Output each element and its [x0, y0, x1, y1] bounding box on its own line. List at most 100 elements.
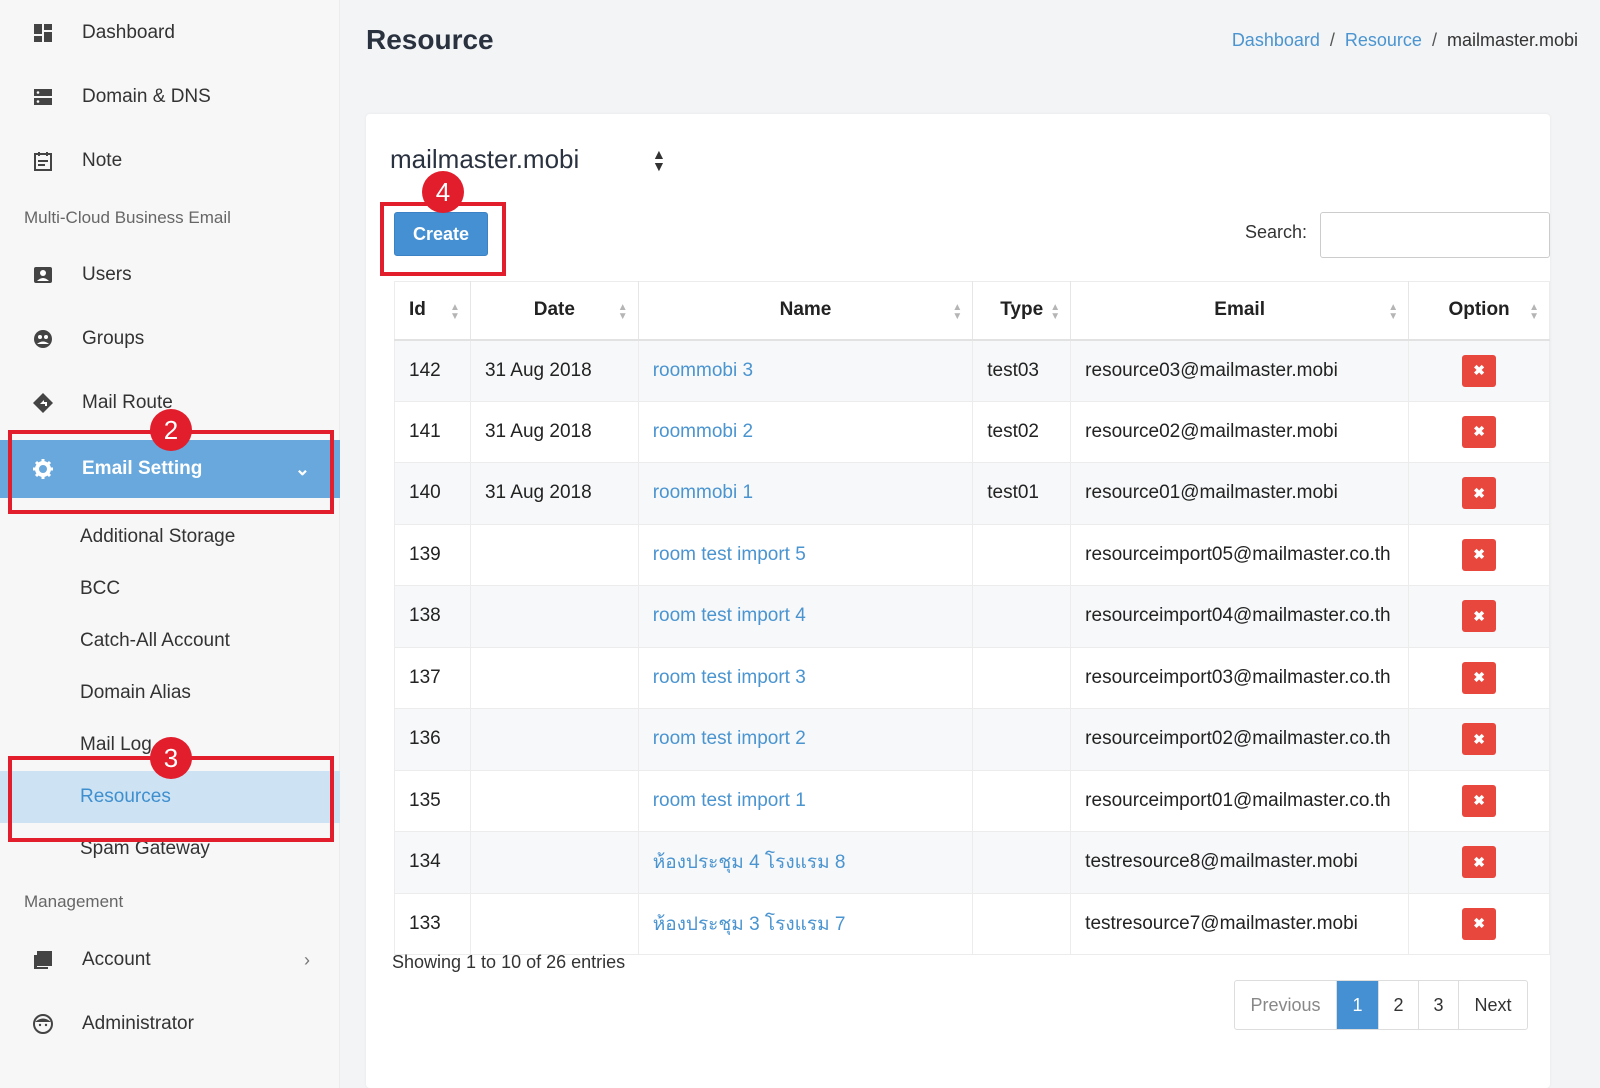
cell-email: resource01@mailmaster.mobi — [1070, 462, 1410, 525]
sidebar-subitem-additional-storage[interactable]: Additional Storage — [0, 511, 340, 563]
sidebar-item-groups[interactable]: Groups — [0, 309, 340, 369]
column-header-id[interactable]: Id ▲ ▼ — [394, 281, 471, 341]
sidebar-item-label: Users — [82, 264, 132, 285]
delete-button[interactable]: ✖ — [1462, 661, 1497, 694]
cell-name-link[interactable]: roommobi 3 — [638, 339, 974, 402]
table-row: 134 ห้องประชุม 4 โรงแรม 8 testresource8@… — [394, 831, 1550, 894]
cell-name-link[interactable]: room test import 2 — [638, 708, 974, 771]
cell-name-link[interactable]: room test import 4 — [638, 585, 974, 648]
sidebar-item-dashboard[interactable]: Dashboard — [0, 3, 340, 63]
sidebar-item-label: Groups — [82, 328, 145, 349]
cell-date — [470, 524, 639, 586]
close-icon: ✖ — [1473, 607, 1485, 624]
close-icon: ✖ — [1473, 792, 1485, 809]
sort-icon: ▲ ▼ — [1529, 302, 1539, 322]
sort-icon: ▲ ▼ — [450, 302, 460, 322]
domain-select-value: mailmaster.mobi — [390, 144, 580, 174]
column-header-name[interactable]: Name ▲ ▼ — [638, 281, 974, 341]
sidebar: Dashboard Domain & DNS Note Multi-Cloud … — [0, 0, 340, 1088]
pagination-page-2[interactable]: 2 — [1379, 981, 1419, 1029]
cell-type — [972, 708, 1072, 771]
sidebar-subitem-domain-alias[interactable]: Domain Alias — [0, 667, 340, 719]
cell-name-link[interactable]: room test import 3 — [638, 647, 974, 709]
cell-id: 140 — [394, 462, 471, 525]
cell-id: 134 — [394, 831, 471, 894]
delete-button[interactable]: ✖ — [1462, 846, 1497, 879]
domain-select[interactable]: mailmaster.mobi ▲ ▼ — [390, 144, 666, 175]
sidebar-item-administrator[interactable]: Administrator — [0, 994, 340, 1054]
cell-type — [972, 524, 1072, 586]
cell-id: 136 — [394, 708, 471, 771]
resource-card: mailmaster.mobi ▲ ▼ Create Search: Id ▲ ▼ D… — [366, 114, 1550, 1088]
search-input[interactable] — [1320, 212, 1550, 258]
cell-id: 135 — [394, 770, 471, 832]
cell-name-link[interactable]: room test import 1 — [638, 770, 974, 832]
column-header-email[interactable]: Email ▲ ▼ — [1070, 281, 1410, 341]
cell-type: test03 — [972, 339, 1072, 402]
note-icon — [32, 150, 54, 172]
close-icon: ✖ — [1473, 423, 1485, 440]
delete-button[interactable]: ✖ — [1462, 784, 1497, 817]
cell-option: ✖ — [1408, 770, 1550, 832]
table-row: 137 room test import 3 resourceimport03@… — [394, 647, 1550, 709]
pagination-page-3[interactable]: 3 — [1419, 981, 1459, 1029]
cell-id: 142 — [394, 339, 471, 402]
table-header-row: Id ▲ ▼ Date ▲ ▼ Name ▲ ▼ Type ▲ ▼ Email ▲ ▼ Option… — [394, 281, 1550, 341]
breadcrumb-link-dashboard[interactable]: Dashboard — [1232, 30, 1320, 51]
cell-name-link[interactable]: ห้องประชุม 4 โรงแรม 8 — [638, 831, 974, 894]
table-row: 136 room test import 2 resourceimport02@… — [394, 708, 1550, 771]
page-title: Resource — [366, 24, 494, 55]
breadcrumb: Dashboard / Resource / mailmaster.mobi — [1232, 30, 1578, 51]
sidebar-subitem-bcc[interactable]: BCC — [0, 563, 340, 615]
pagination-previous[interactable]: Previous — [1235, 981, 1337, 1029]
pagination-page-1[interactable]: 1 — [1337, 981, 1379, 1029]
cell-date — [470, 831, 639, 894]
table-row: 142 31 Aug 2018 roommobi 3 test03 resour… — [394, 339, 1550, 402]
sidebar-item-domain-dns[interactable]: Domain & DNS — [0, 67, 340, 127]
cell-name-link[interactable]: ห้องประชุม 3 โรงแรม 7 — [638, 893, 974, 955]
cell-email: resource03@mailmaster.mobi — [1070, 339, 1410, 402]
sidebar-item-users[interactable]: Users — [0, 245, 340, 305]
cell-name-link[interactable]: room test import 5 — [638, 524, 974, 586]
column-header-option[interactable]: Option ▲ ▼ — [1408, 281, 1550, 341]
cell-type — [972, 770, 1072, 832]
sidebar-item-note[interactable]: Note — [0, 131, 340, 191]
delete-button[interactable]: ✖ — [1462, 600, 1497, 633]
callout-highlight-create — [380, 202, 506, 276]
close-icon: ✖ — [1473, 853, 1485, 870]
sidebar-subitem-catch-all[interactable]: Catch-All Account — [0, 615, 340, 667]
cell-email: resourceimport03@mailmaster.co.th — [1070, 647, 1410, 709]
cell-name-link[interactable]: roommobi 1 — [638, 462, 974, 525]
cell-date — [470, 647, 639, 709]
sidebar-item-account[interactable]: Account › — [0, 930, 340, 990]
delete-button[interactable]: ✖ — [1462, 477, 1497, 510]
user-card-icon — [32, 264, 54, 286]
cell-option: ✖ — [1408, 893, 1550, 955]
table-row: 135 room test import 1 resourceimport01@… — [394, 770, 1550, 832]
delete-button[interactable]: ✖ — [1462, 723, 1497, 756]
cell-date — [470, 893, 639, 955]
column-header-label: Email — [1214, 299, 1265, 321]
delete-button[interactable]: ✖ — [1462, 415, 1497, 448]
sort-icon: ▲ ▼ — [952, 302, 963, 322]
cell-name-link[interactable]: roommobi 2 — [638, 401, 974, 463]
column-header-date[interactable]: Date ▲ ▼ — [470, 281, 639, 341]
cell-option: ✖ — [1408, 339, 1550, 402]
close-icon: ✖ — [1473, 362, 1485, 378]
delete-button[interactable]: ✖ — [1462, 907, 1497, 940]
breadcrumb-link-resource[interactable]: Resource — [1345, 30, 1422, 51]
pagination-next[interactable]: Next — [1459, 981, 1527, 1029]
cell-option: ✖ — [1408, 524, 1550, 586]
sort-icon: ▲ ▼ — [1050, 302, 1061, 322]
sidebar-item-label: Domain & DNS — [82, 86, 211, 107]
cell-id: 133 — [394, 893, 471, 955]
delete-button[interactable]: ✖ — [1462, 538, 1497, 571]
delete-button[interactable]: ✖ — [1462, 354, 1497, 387]
table-row: 139 room test import 5 resourceimport05@… — [394, 524, 1550, 586]
cell-option: ✖ — [1408, 401, 1550, 463]
cell-date: 31 Aug 2018 — [470, 462, 639, 525]
cell-email: testresource8@mailmaster.mobi — [1070, 831, 1410, 894]
column-header-label: Name — [779, 299, 832, 321]
column-header-type[interactable]: Type ▲ ▼ — [972, 281, 1072, 341]
sidebar-item-label: Note — [82, 150, 123, 171]
